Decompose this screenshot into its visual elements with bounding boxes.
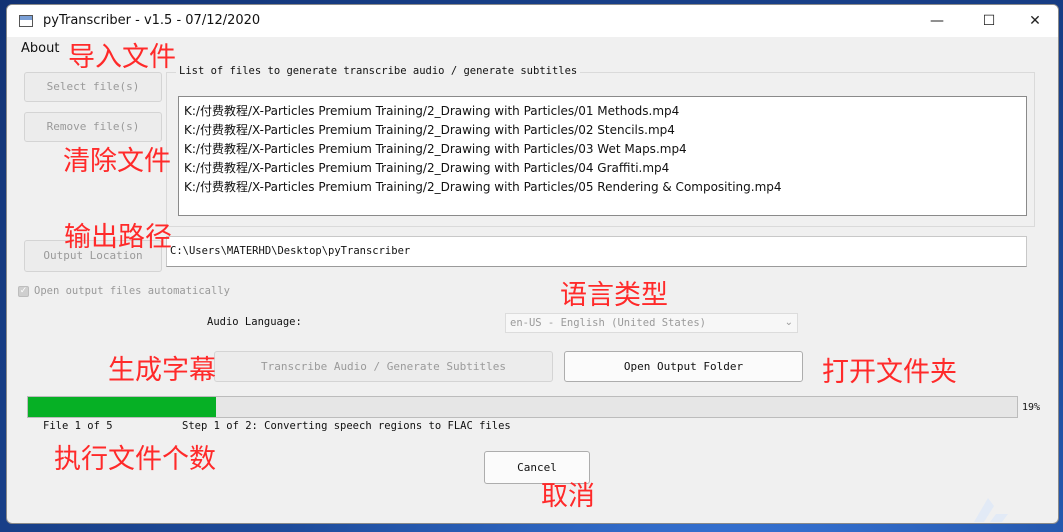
progress-bar — [27, 396, 1018, 418]
open-automatically-checkbox[interactable]: ✓ — [18, 286, 29, 297]
audio-language-select[interactable]: en-US - English (United States) ⌄ — [505, 313, 798, 333]
list-item[interactable]: K:/付费教程/X-Particles Premium Training/2_D… — [179, 102, 1026, 121]
transcribe-button[interactable]: Transcribe Audio / Generate Subtitles — [214, 351, 553, 382]
open-output-folder-button[interactable]: Open Output Folder — [564, 351, 803, 382]
annotation-import-files: 导入文件 — [68, 42, 176, 73]
minimize-button[interactable]: — — [914, 5, 960, 37]
list-item[interactable]: K:/付费教程/X-Particles Premium Training/2_D… — [179, 159, 1026, 178]
annotation-clear-files: 清除文件 — [63, 146, 171, 177]
annotation-generate-subtitles: 生成字幕 — [108, 355, 216, 386]
audio-language-label: Audio Language: — [207, 316, 302, 328]
list-item[interactable]: K:/付费教程/X-Particles Premium Training/2_D… — [179, 121, 1026, 140]
open-automatically-label: Open output files automatically — [34, 285, 230, 297]
annotation-file-count: 执行文件个数 — [54, 444, 216, 475]
progress-percent: 19% — [1022, 402, 1041, 413]
audio-language-value: en-US - English (United States) — [510, 317, 706, 329]
file-list[interactable]: K:/付费教程/X-Particles Premium Training/2_D… — [178, 96, 1027, 216]
list-item[interactable]: K:/付费教程/X-Particles Premium Training/2_D… — [179, 178, 1026, 197]
step-status: Step 1 of 2: Converting speech regions t… — [182, 420, 511, 432]
file-status: File 1 of 5 — [43, 420, 113, 432]
app-window-icon — [19, 15, 33, 27]
files-group-label: List of files to generate transcribe aud… — [176, 65, 581, 77]
checkmark-icon: ✓ — [19, 286, 28, 296]
list-item[interactable]: K:/付费教程/X-Particles Premium Training/2_D… — [179, 140, 1026, 159]
close-button[interactable]: ✕ — [1012, 5, 1058, 37]
maximize-button[interactable]: ☐ — [966, 5, 1012, 37]
output-path-field[interactable]: C:\Users\MATERHD\Desktop\pyTranscriber — [166, 236, 1027, 267]
menu-about[interactable]: About — [21, 41, 59, 56]
annotation-output-path: 输出路径 — [64, 222, 172, 253]
title-bar[interactable]: pyTranscriber - v1.5 - 07/12/2020 — ☐ ✕ — [7, 5, 1058, 37]
remove-files-button[interactable]: Remove file(s) — [24, 112, 162, 142]
annotation-open-folder: 打开文件夹 — [822, 357, 957, 388]
cancel-button[interactable]: Cancel — [484, 451, 590, 484]
annotation-language-type: 语言类型 — [560, 280, 668, 311]
watermark-logo-icon — [974, 498, 1008, 522]
progress-fill — [28, 397, 216, 417]
annotation-cancel: 取消 — [541, 481, 595, 512]
select-files-button[interactable]: Select file(s) — [24, 72, 162, 102]
chevron-down-icon: ⌄ — [784, 317, 793, 328]
window-title: pyTranscriber - v1.5 - 07/12/2020 — [43, 13, 261, 28]
